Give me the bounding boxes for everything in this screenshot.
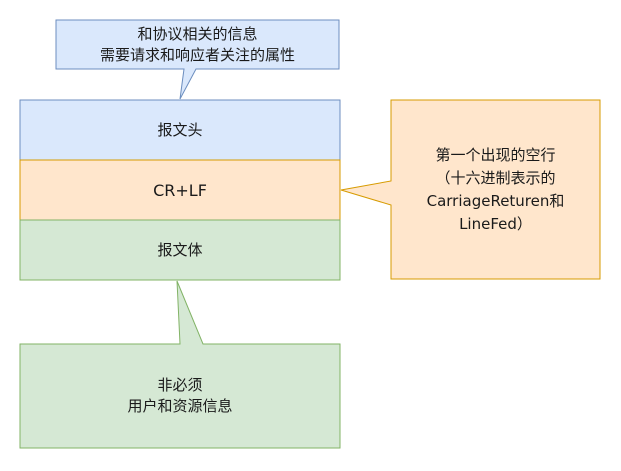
- callout-top-text: 和协议相关的信息 需要请求和响应者关注的属性: [56, 20, 339, 69]
- callout-bottom-line-1: 非必须: [157, 376, 203, 394]
- body-block: 报文体: [20, 220, 340, 280]
- header-block-label: 报文头: [157, 120, 203, 139]
- callout-right-line-1: 第一个出现的空行: [435, 145, 556, 164]
- crlf-block: CR+LF: [20, 160, 340, 220]
- callout-right-line-2: （十六进制表示的: [435, 168, 556, 187]
- callout-bottom-line-2: 用户和资源信息: [127, 397, 233, 415]
- callout-right-line-3: CarriageReturen和: [426, 191, 565, 210]
- callout-top-line-2: 需要请求和响应者关注的属性: [99, 45, 295, 64]
- callout-right-line-4: LineFed）: [459, 214, 532, 233]
- crlf-block-label: CR+LF: [153, 180, 207, 200]
- body-block-label: 报文体: [157, 240, 203, 259]
- header-block: 报文头: [20, 100, 340, 160]
- callout-top-line-1: 和协议相关的信息: [137, 24, 258, 43]
- callout-right-text: 第一个出现的空行 （十六进制表示的 CarriageReturen和 LineF…: [391, 100, 600, 279]
- callout-bottom-text: 非必须 用户和资源信息: [20, 344, 340, 448]
